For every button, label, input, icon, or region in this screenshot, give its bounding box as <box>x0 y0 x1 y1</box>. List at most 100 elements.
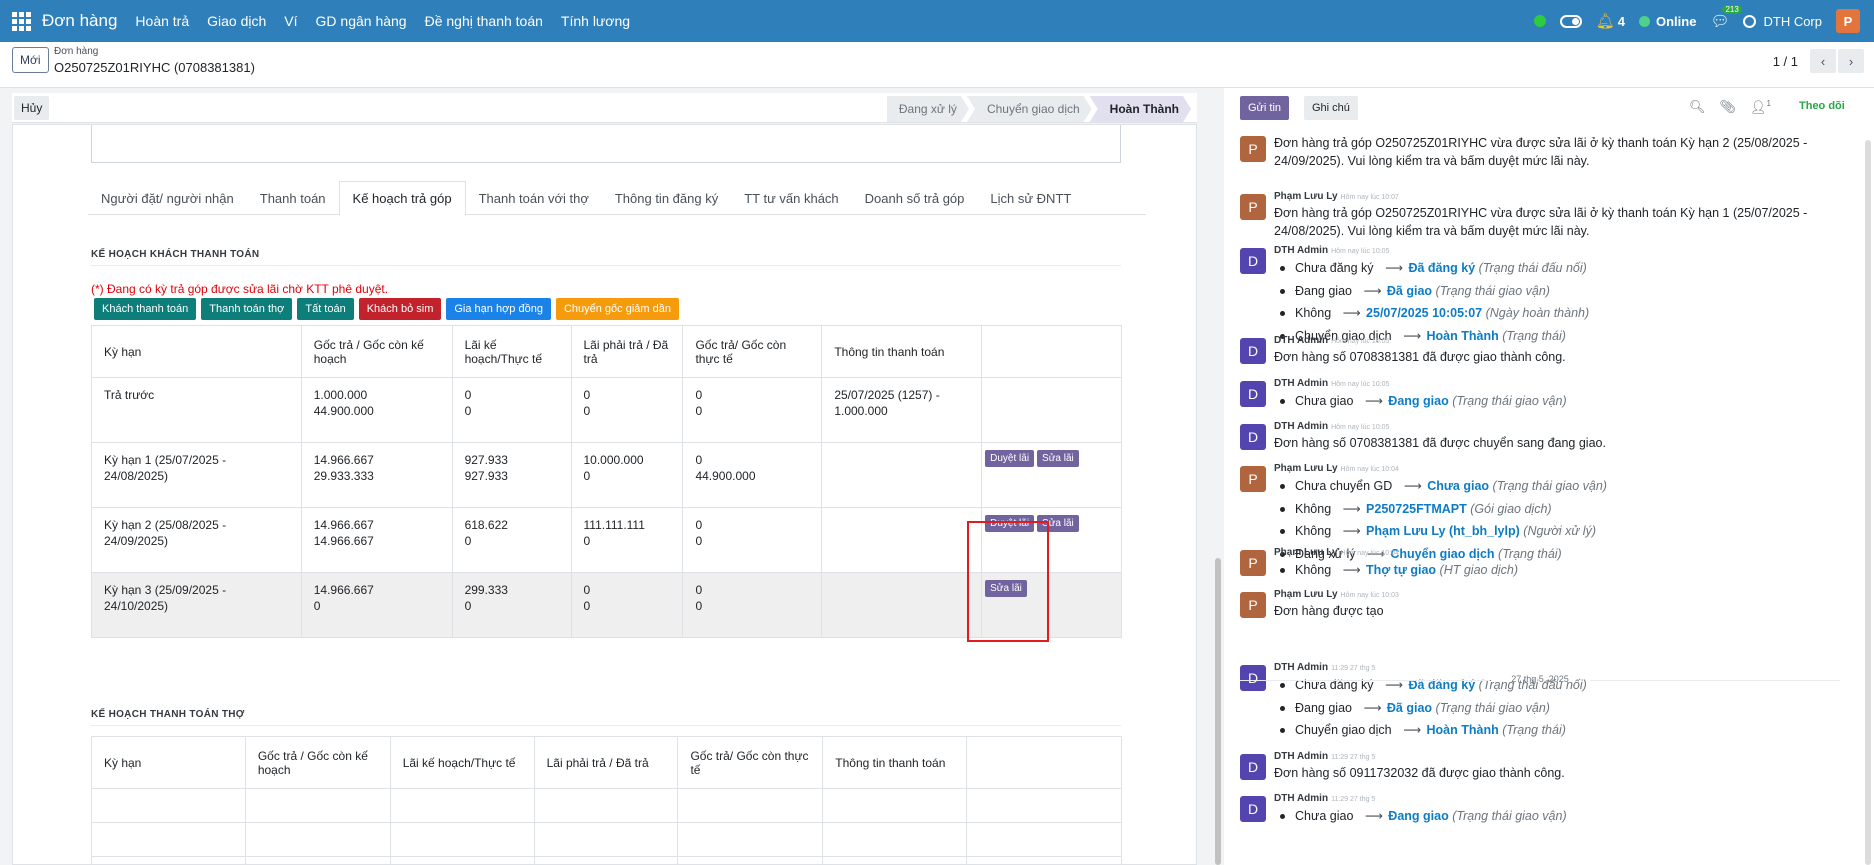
form-scrollbar[interactable] <box>1212 88 1224 865</box>
cancel-order-button[interactable]: Hủy <box>14 96 50 120</box>
tab-thanh-toan-voi-tho[interactable]: Thanh toán với thợ <box>466 181 602 215</box>
company-switcher[interactable]: DTH Corp <box>1743 14 1822 29</box>
author-avatar[interactable]: P <box>1240 136 1266 162</box>
menu-giao-dich[interactable]: Giao dịch <box>207 13 266 29</box>
col-header[interactable]: Gốc trả / Gốc còn kế hoạch <box>300 325 453 378</box>
menu-de-nghi-thanh-toan[interactable]: Đề nghị thanh toán <box>425 13 543 29</box>
author-name[interactable]: DTH Admin <box>1274 793 1328 804</box>
scrollbar-thumb[interactable] <box>1215 558 1221 865</box>
col-header[interactable]: Thông tin thanh toán <box>821 325 983 378</box>
edit-interest-button[interactable]: Sửa lãi <box>985 580 1027 597</box>
worker-payment-button[interactable]: Thanh toán thợ <box>201 298 293 320</box>
pager-value[interactable]: 1 / 1 <box>1773 54 1798 69</box>
author-name[interactable]: Phạm Lưu Ly <box>1274 589 1338 600</box>
author-name[interactable]: DTH Admin <box>1274 751 1328 762</box>
chat-icon[interactable]: 💬︎ 213 <box>1710 5 1742 30</box>
author-name[interactable]: Phạm Lưu Ly <box>1274 547 1338 558</box>
author-name[interactable]: Phạm Lưu Ly <box>1274 191 1338 202</box>
stage-transfer[interactable]: Chuyển giao dịch <box>967 96 1092 122</box>
value: 44.900.000 <box>313 404 374 418</box>
tab-tu-van-khach[interactable]: TT tư vấn khách <box>731 181 851 215</box>
author-avatar[interactable]: P <box>1240 466 1266 492</box>
author-name[interactable]: DTH Admin <box>1274 421 1328 432</box>
presence[interactable]: Online <box>1638 14 1696 29</box>
author-avatar[interactable]: P <box>1240 592 1266 618</box>
value: 0 <box>695 583 703 597</box>
old-value: Không <box>1295 563 1332 577</box>
col-header[interactable]: Gốc trả / Gốc còn kế hoạch <box>244 736 391 789</box>
table-row[interactable]: Kỳ hạn 1 (25/07/2025 - 24/08/2025) 14.96… <box>91 442 1122 508</box>
author-name[interactable]: Phạm Lưu Ly <box>1274 463 1338 474</box>
col-header[interactable]: Kỳ hạn <box>91 736 246 789</box>
app-brand[interactable]: Đơn hàng <box>42 11 117 31</box>
author-avatar[interactable]: P <box>1240 550 1266 576</box>
col-header[interactable]: Gốc trả/ Gốc còn thực tế <box>682 325 823 378</box>
stage-completed[interactable]: Hoàn Thành <box>1090 96 1191 122</box>
paperclip-icon[interactable]: 📎︎ <box>1720 99 1737 115</box>
col-header[interactable]: Lãi phải trả / Đã trả <box>570 325 684 378</box>
breadcrumb-parent[interactable]: Đơn hàng <box>54 46 98 57</box>
table-row[interactable]: Kỳ hạn 2 (25/08/2025 - 24/09/2025) 14.96… <box>91 507 1122 573</box>
approve-interest-button[interactable]: Duyệt lãi <box>985 450 1035 467</box>
followers-icon[interactable]: 👤︎1 <box>1750 99 1771 115</box>
chatter-scrollbar[interactable] <box>1865 140 1871 865</box>
tab-ke-hoach-tra-gop[interactable]: Kế hoạch trả góp <box>338 181 466 216</box>
menu-hoan-tra[interactable]: Hoàn trả <box>135 13 189 29</box>
menu-tinh-luong[interactable]: Tính lương <box>561 13 630 29</box>
search-icon[interactable]: 🔍︎ <box>1689 99 1706 115</box>
author-avatar[interactable]: D <box>1240 338 1266 364</box>
menu-vi[interactable]: Ví <box>284 13 297 29</box>
message-body: Đơn hàng số 0911732032 đã được giao thàn… <box>1274 766 1565 780</box>
stage-processing[interactable]: Đang xử lý <box>887 96 969 122</box>
message-body: Đơn hàng số 0708381381 đã được giao thàn… <box>1274 350 1566 364</box>
author-avatar[interactable]: P <box>1240 194 1266 220</box>
send-message-button[interactable]: Gửi tin <box>1240 96 1290 120</box>
new-button[interactable]: Mới <box>12 47 49 73</box>
customer-payment-button[interactable]: Khách thanh toán <box>94 298 197 320</box>
author-name[interactable]: DTH Admin <box>1274 335 1328 346</box>
log-note-button[interactable]: Ghi chú <box>1304 96 1358 120</box>
tracking-item: Không ⟶ Thợ tự giao (HT giao dịch) <box>1274 560 1834 583</box>
col-header[interactable]: Gốc trả/ Gốc còn thực tế <box>677 736 824 789</box>
notifications[interactable]: 🔔︎ 4 <box>1596 12 1625 30</box>
col-header[interactable]: Lãi kế hoạch/Thực tế <box>389 736 535 789</box>
pager-prev-icon[interactable]: ‹ <box>1810 49 1836 73</box>
extend-contract-button[interactable]: Gia hạn hợp đồng <box>446 298 551 320</box>
table-row[interactable]: Kỳ hạn 3 (25/09/2025 - 24/10/2025) 14.96… <box>91 572 1122 638</box>
author-avatar[interactable]: D <box>1240 754 1266 780</box>
pager-next-icon[interactable]: › <box>1838 49 1864 73</box>
tab-thanh-toan[interactable]: Thanh toán <box>247 181 339 215</box>
edit-interest-button[interactable]: Sửa lãi <box>1037 515 1079 532</box>
author-name[interactable]: DTH Admin <box>1274 245 1328 256</box>
chatter-panel: Gửi tin Ghi chú 🔍︎ 📎︎ 👤︎1 Theo dõi P Đơn … <box>1224 88 1874 865</box>
col-header[interactable]: Kỳ hạn <box>91 325 302 378</box>
follow-button[interactable]: Theo dõi <box>1799 100 1845 112</box>
author-avatar[interactable]: D <box>1240 424 1266 450</box>
user-avatar[interactable]: P <box>1836 9 1860 33</box>
settle-button[interactable]: Tất toán <box>297 298 354 320</box>
edit-interest-button[interactable]: Sửa lãi <box>1037 450 1079 467</box>
apps-menu-icon[interactable] <box>0 0 42 42</box>
old-value: Chưa giao <box>1295 809 1354 823</box>
tab-nguoi-dat[interactable]: Người đặt/ người nhận <box>88 181 247 215</box>
menu-gd-ngan-hang[interactable]: GD ngân hàng <box>316 13 407 29</box>
author-name[interactable]: DTH Admin <box>1274 378 1328 389</box>
tab-thong-tin-dang-ky[interactable]: Thông tin đăng ký <box>602 181 731 215</box>
tab-doanh-so-tra-gop[interactable]: Doanh số trả góp <box>852 181 978 215</box>
toggle-icon[interactable] <box>1559 14 1582 28</box>
cell-actions: Duyệt lãi Sửa lãi <box>981 507 1122 573</box>
author-avatar[interactable]: D <box>1240 381 1266 407</box>
decreasing-principal-button[interactable]: Chuyển gốc giảm dần <box>555 298 679 320</box>
author-avatar[interactable]: D <box>1240 248 1266 274</box>
author-avatar[interactable]: D <box>1240 796 1266 822</box>
tab-lich-su-dntt[interactable]: Lịch sử ĐNTT <box>977 181 1084 215</box>
customer-drop-sim-button[interactable]: Khách bỏ sim <box>358 298 442 320</box>
approve-interest-button[interactable]: Duyệt lãi <box>985 515 1035 532</box>
col-header[interactable]: Lãi phải trả / Đã trả <box>533 736 679 789</box>
table-row[interactable]: Trả trước 1.000.000 44.900.000 00 00 00 2… <box>91 377 1122 443</box>
col-header[interactable]: Thông tin thanh toán <box>822 736 968 789</box>
cell-payment-info <box>821 572 983 638</box>
value: 0 <box>695 518 703 532</box>
col-header[interactable]: Lãi kế hoạch/Thực tế <box>451 325 572 378</box>
author-name[interactable]: DTH Admin <box>1274 662 1328 673</box>
